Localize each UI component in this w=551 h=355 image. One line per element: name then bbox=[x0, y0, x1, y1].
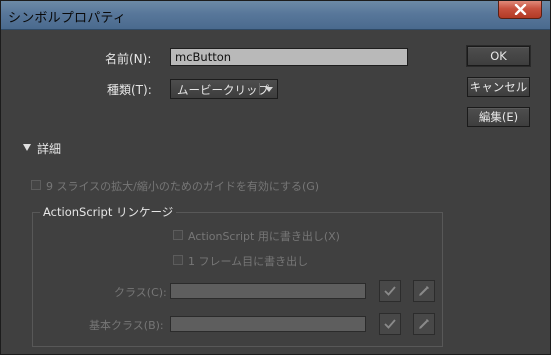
close-icon bbox=[514, 4, 527, 15]
base-class-label: 基本クラス(B): bbox=[89, 319, 164, 332]
name-label: 名前(N): bbox=[105, 52, 152, 66]
checkmark-icon bbox=[384, 286, 396, 296]
pencil-icon bbox=[419, 319, 429, 329]
chevron-down-icon bbox=[265, 87, 273, 92]
pencil-icon bbox=[419, 286, 429, 296]
triangle-down-icon bbox=[23, 144, 31, 151]
export-in-first-frame-checkbox[interactable] bbox=[173, 255, 183, 265]
details-toggle[interactable]: 詳細 bbox=[21, 140, 81, 156]
close-button[interactable] bbox=[498, 1, 542, 19]
export-for-actionscript-checkbox[interactable] bbox=[173, 230, 183, 240]
class-label: クラス(C): bbox=[114, 286, 167, 299]
select-divider bbox=[259, 83, 260, 95]
cancel-button[interactable]: キャンセル bbox=[467, 77, 530, 97]
window-title: シンボルプロパティ bbox=[8, 11, 127, 26]
export-in-first-frame-label: 1 フレーム目に書き出し bbox=[188, 255, 309, 268]
type-select[interactable]: ムービークリップ bbox=[170, 79, 278, 99]
type-label: 種類(T): bbox=[107, 83, 152, 97]
checkmark-icon bbox=[384, 319, 396, 329]
name-input[interactable]: mcButton bbox=[170, 48, 408, 66]
nine-slice-checkbox[interactable] bbox=[31, 180, 41, 190]
linkage-group-title: ActionScript リンケージ bbox=[40, 204, 177, 220]
edit-class-button[interactable] bbox=[413, 280, 435, 302]
edit-button[interactable]: 編集(E) bbox=[467, 107, 530, 127]
ok-button[interactable]: OK bbox=[466, 45, 531, 67]
class-input[interactable] bbox=[170, 283, 366, 299]
nine-slice-label: 9 スライスの拡大/縮小のためのガイドを有効にする(G) bbox=[46, 180, 320, 193]
validate-base-class-button[interactable] bbox=[379, 313, 401, 335]
edit-base-class-button[interactable] bbox=[413, 313, 435, 335]
type-select-value: ムービークリップ bbox=[177, 83, 269, 97]
export-for-actionscript-label: ActionScript 用に書き出し(X) bbox=[188, 230, 340, 243]
details-label: 詳細 bbox=[37, 142, 62, 156]
title-bar[interactable]: シンボルプロパティ bbox=[1, 1, 550, 30]
symbol-properties-dialog: シンボルプロパティ 名前(N): mcButton 種類(T): ムービークリッ… bbox=[0, 0, 551, 355]
base-class-input[interactable] bbox=[170, 316, 366, 332]
validate-class-button[interactable] bbox=[379, 280, 401, 302]
